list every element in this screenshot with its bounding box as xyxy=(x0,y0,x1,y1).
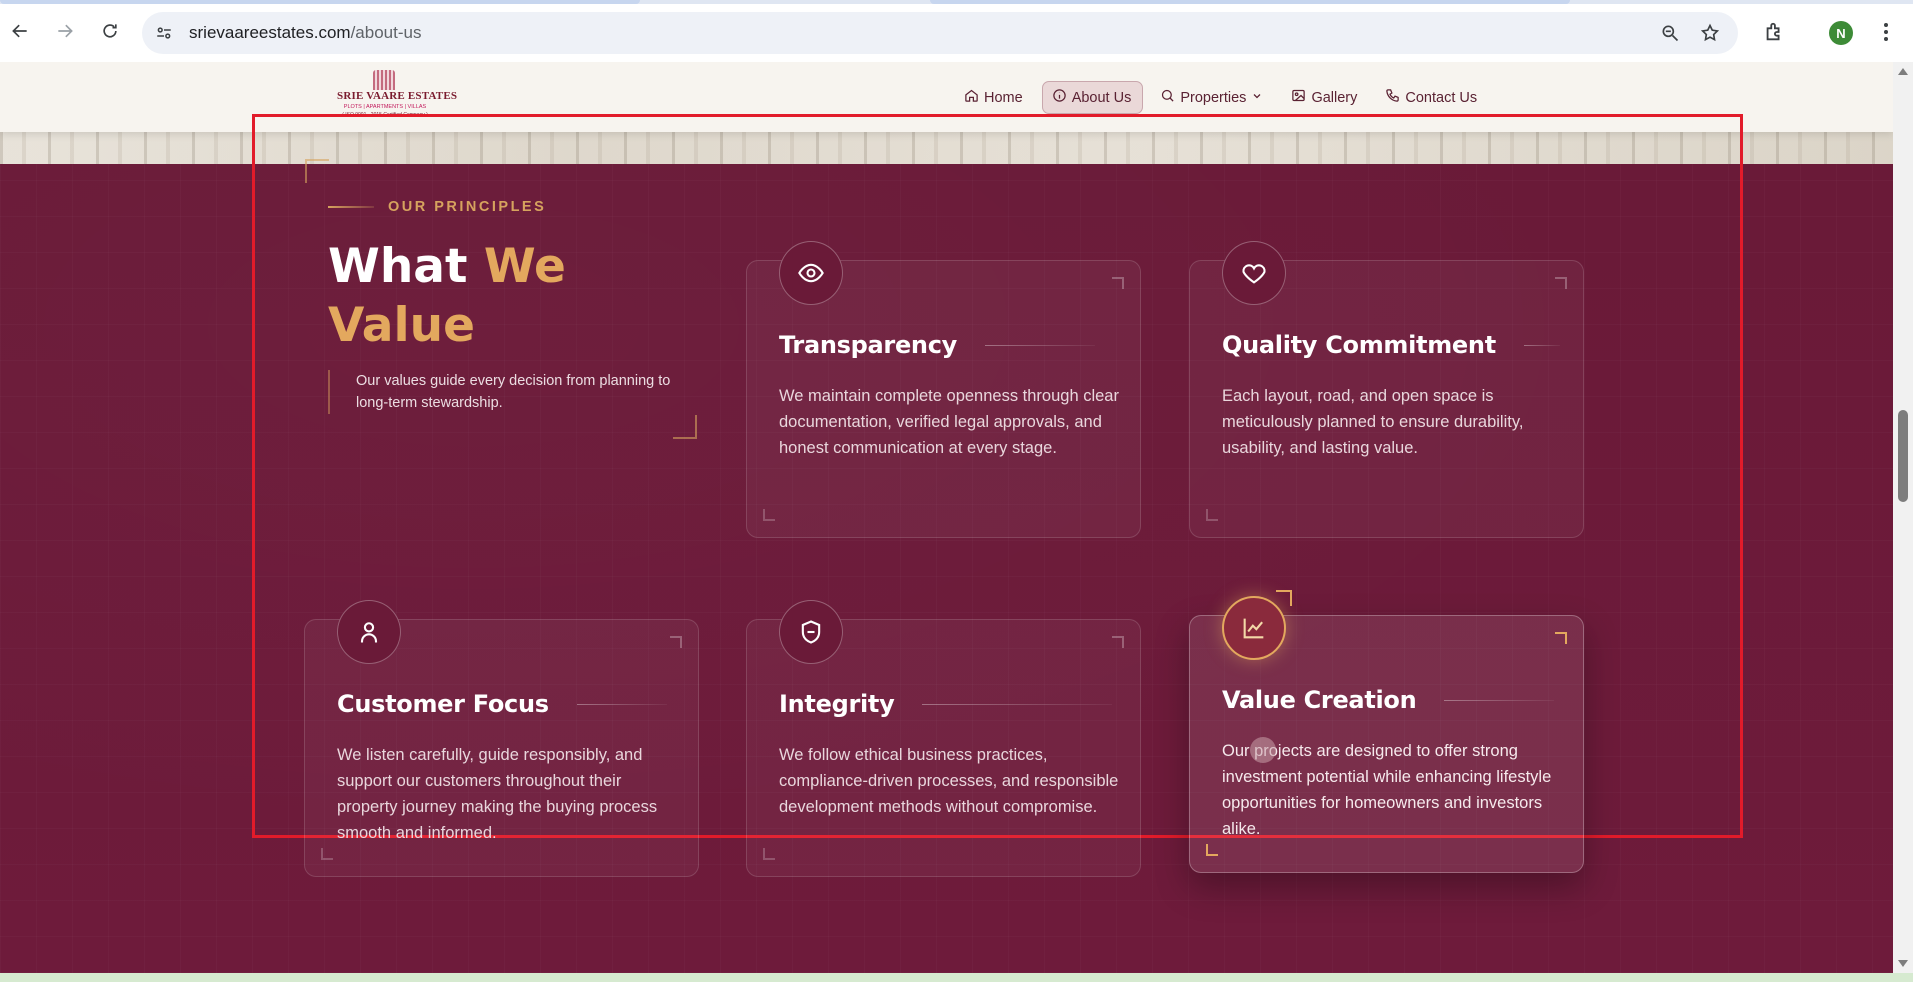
section-description: Our values guide every decision from pla… xyxy=(328,370,678,414)
browser-toolbar: srievaareestates.com/about-us N xyxy=(0,0,1913,62)
info-icon xyxy=(1052,88,1067,107)
card-title: Customer Focus xyxy=(337,690,549,718)
scroll-thumb[interactable] xyxy=(1898,410,1908,502)
nav-home-label: Home xyxy=(984,89,1023,106)
mouse-cursor xyxy=(1250,737,1276,763)
value-card-transparency: Transparency We maintain complete openne… xyxy=(746,241,1141,538)
nav-about-label: About Us xyxy=(1071,89,1132,106)
logo-iso: ( ISO 9001 - 2015 Certified Company ) xyxy=(342,112,428,118)
card-title: Value Creation xyxy=(1222,686,1417,714)
nav-contact-label: Contact Us xyxy=(1405,89,1478,106)
decor-corner xyxy=(305,159,329,183)
back-icon[interactable] xyxy=(6,17,34,45)
nav-properties-label: Properties xyxy=(1180,89,1247,106)
next-section-edge xyxy=(0,973,1913,982)
home-icon xyxy=(964,88,979,107)
eyebrow-text: OUR PRINCIPLES xyxy=(388,199,547,215)
card-title: Quality Commitment xyxy=(1222,331,1496,359)
value-card-quality: Quality Commitment Each layout, road, an… xyxy=(1189,241,1584,538)
site-info-icon[interactable] xyxy=(152,21,176,45)
chevron-down-icon xyxy=(1251,90,1263,106)
scroll-down-arrow-icon[interactable] xyxy=(1898,960,1908,967)
search-icon xyxy=(1160,88,1175,107)
card-description: We follow ethical business practices, co… xyxy=(779,746,1119,816)
nav-gallery-label: Gallery xyxy=(1311,89,1358,106)
bookmark-star-icon[interactable] xyxy=(1698,21,1722,45)
site-logo[interactable]: SRIE VAARE ESTATES PLOTS | APARTMENTS | … xyxy=(337,70,458,122)
image-icon xyxy=(1291,88,1306,107)
main-nav: Home About Us Properties Gallery Contact… xyxy=(955,81,1488,114)
values-intro: OUR PRINCIPLES What We Value Our values … xyxy=(305,159,697,439)
value-card-value-creation: Value Creation Our projects are designed… xyxy=(1189,590,1584,873)
user-icon xyxy=(337,600,401,664)
card-description: We maintain complete openness through cl… xyxy=(779,387,1119,457)
extensions-icon[interactable] xyxy=(1762,20,1786,44)
nav-gallery[interactable]: Gallery xyxy=(1282,81,1368,114)
menu-icon[interactable] xyxy=(1876,20,1896,44)
logo-tagline: PLOTS | APARTMENTS | VILLAS xyxy=(343,104,427,110)
nav-properties[interactable]: Properties xyxy=(1151,81,1274,114)
logo-brand: SRIE VAARE ESTATES xyxy=(337,90,458,102)
zoom-icon[interactable] xyxy=(1658,21,1682,45)
forward-icon[interactable] xyxy=(51,17,79,45)
eye-icon xyxy=(779,241,843,305)
section-heading: What We Value xyxy=(328,237,688,355)
heart-icon xyxy=(1222,241,1286,305)
profile-avatar[interactable]: N xyxy=(1829,21,1853,45)
card-title: Transparency xyxy=(779,331,957,359)
card-description: We listen carefully, guide responsibly, … xyxy=(337,746,658,842)
eyebrow-line xyxy=(328,206,374,208)
url-text[interactable]: srievaareestates.com/about-us xyxy=(189,23,421,43)
nav-contact-us[interactable]: Contact Us xyxy=(1376,81,1488,114)
card-title: Integrity xyxy=(779,690,895,718)
heading-white: What xyxy=(328,239,468,294)
phone-icon xyxy=(1385,88,1400,107)
nav-home[interactable]: Home xyxy=(955,81,1034,114)
reload-icon[interactable] xyxy=(96,17,124,45)
value-card-integrity: Integrity We follow ethical business pra… xyxy=(746,600,1141,877)
nav-about-us[interactable]: About Us xyxy=(1041,81,1144,114)
shield-icon xyxy=(779,600,843,664)
address-bar[interactable]: srievaareestates.com/about-us xyxy=(142,12,1738,54)
logo-building-icon xyxy=(361,70,407,90)
site-header: SRIE VAARE ESTATES PLOTS | APARTMENTS | … xyxy=(0,62,1893,132)
section-eyebrow: OUR PRINCIPLES xyxy=(328,199,546,215)
value-card-customer-focus: Customer Focus We listen carefully, guid… xyxy=(304,600,699,877)
decor-corner xyxy=(673,415,697,439)
tab-strip xyxy=(0,0,1913,4)
scroll-up-arrow-icon[interactable] xyxy=(1898,68,1908,75)
page-scrollbar[interactable] xyxy=(1893,62,1913,973)
card-description: Each layout, road, and open space is met… xyxy=(1222,387,1524,457)
